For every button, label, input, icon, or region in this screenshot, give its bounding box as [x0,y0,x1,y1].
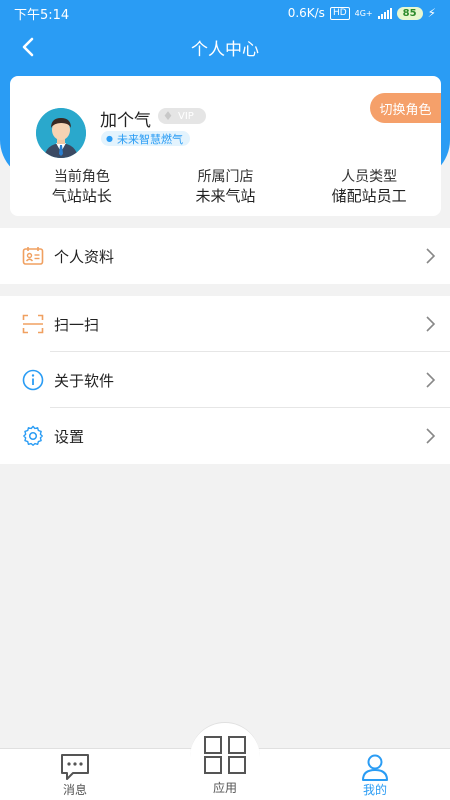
tab-apps[interactable]: 应用 [190,722,260,800]
network-type: 4G+ [354,8,373,18]
signal-icon [377,7,392,19]
chevron-right-icon [426,316,436,332]
network-speed: 0.6K/s [287,6,325,20]
tab-label: 应用 [212,781,237,795]
user-icon [362,754,388,781]
info-icon [22,369,44,391]
info-current-role: 当前角色 气站站长 [10,168,154,208]
menu-label: 设置 [54,427,85,446]
info-value: 未来气站 [195,187,256,205]
user-name: 加个气 [100,111,151,131]
profile-card: 加个气 ♦ VIP ● 未来智慧燃气 切换角色 当前角色 气站站长 所属门店 未… [10,76,441,216]
company-name: 未来智慧燃气 [116,132,183,146]
info-label: 所属门店 [197,169,254,185]
menu-group-profile: 个人资料 [0,228,450,284]
nav-bar: 个人中心 [0,26,450,68]
company-badge: ● 未来智慧燃气 [101,131,190,146]
scan-icon [22,313,44,335]
switch-role-button[interactable]: 切换角色 [370,93,441,123]
menu-label: 个人资料 [54,247,115,266]
vip-label: VIP [178,110,194,122]
charging-icon: ⚡ [427,6,436,20]
info-value: 气站站长 [51,187,112,205]
status-indicators: 0.6K/s HD 4G+ 85 ⚡ [288,6,436,20]
battery-level: 85 [396,6,423,20]
menu-group-tools: 扫一扫 关于软件 设置 [0,296,450,464]
info-staff-type: 人员类型 储配站员工 [297,168,441,208]
diamond-icon: ♦ [162,109,174,123]
hd-icon: HD [329,6,350,20]
menu-item-about[interactable]: 关于软件 [0,352,450,408]
info-value: 储配站员工 [331,187,407,205]
menu-item-profile[interactable]: 个人资料 [0,228,450,284]
menu-label: 关于软件 [54,371,115,390]
tab-messages[interactable]: 消息 [0,749,150,800]
status-bar: 下午5:14 0.6K/s HD 4G+ 85 ⚡ [0,0,450,26]
menu-item-scan[interactable]: 扫一扫 [0,296,450,352]
id-card-icon [22,245,44,267]
info-row: 当前角色 气站站长 所属门店 未来气站 人员类型 储配站员工 [10,168,441,208]
page-title: 个人中心 [191,39,259,60]
info-store: 所属门店 未来气站 [154,168,298,208]
vip-badge: ♦ VIP [158,108,206,124]
info-label: 当前角色 [53,169,110,185]
back-button[interactable] [14,32,42,62]
status-time: 下午5:14 [14,7,70,23]
grid-icon [204,736,246,774]
chevron-right-icon [426,372,436,388]
chat-icon [61,754,89,780]
chevron-left-icon [22,37,34,57]
avatar[interactable] [36,108,86,158]
chevron-right-icon [426,428,436,444]
info-label: 人员类型 [341,169,398,185]
avatar-image [36,108,86,158]
tab-mine[interactable]: 我的 [300,749,450,800]
tab-label: 我的 [362,783,387,797]
menu-label: 扫一扫 [54,315,100,334]
badge-icon: ● [106,134,113,143]
menu-item-settings[interactable]: 设置 [0,408,450,464]
chevron-right-icon [426,248,436,264]
gear-icon [22,425,44,447]
tab-label: 消息 [62,783,87,797]
